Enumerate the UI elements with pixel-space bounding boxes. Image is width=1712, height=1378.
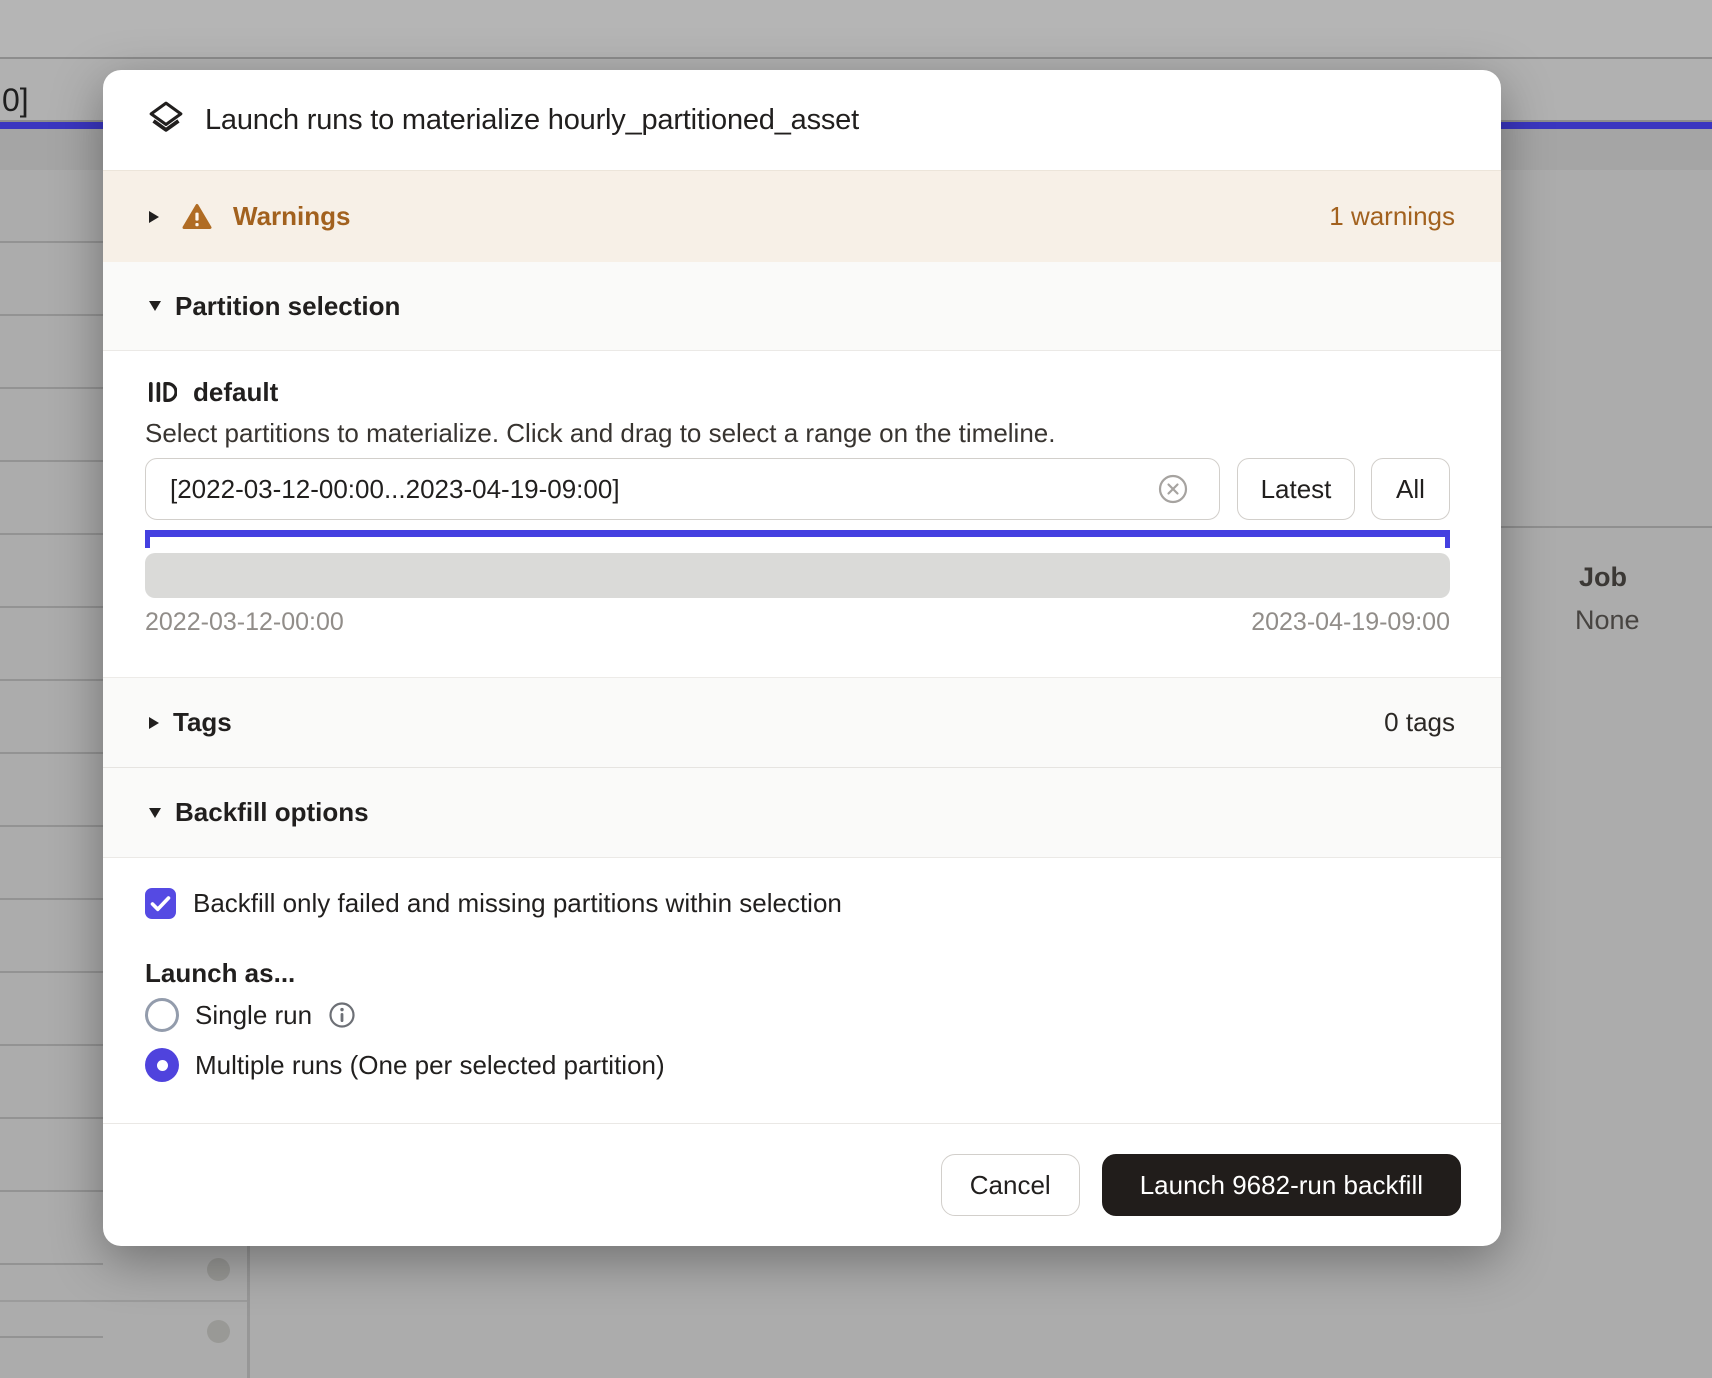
background-toolbar-band	[0, 0, 1712, 59]
timeline-selection-range[interactable]	[145, 530, 1450, 537]
radio-single-run[interactable]: Single run	[145, 998, 357, 1032]
background-table-border	[1501, 526, 1712, 528]
launch-backfill-button[interactable]: Launch 9682-run backfill	[1102, 1154, 1461, 1216]
tags-count: 0 tags	[1384, 707, 1455, 738]
background-row-divider	[0, 1300, 247, 1302]
checkbox-checked-icon[interactable]	[145, 888, 176, 919]
backfill-options-header: Backfill options	[175, 797, 369, 828]
radio-selected-icon[interactable]	[145, 1048, 179, 1082]
timeline-date-labels: 2022-03-12-00:00 2023-04-19-09:00	[145, 608, 1450, 637]
partition-set-name: default	[193, 377, 278, 408]
partition-range-input[interactable]	[145, 458, 1220, 520]
chevron-down-icon	[149, 301, 161, 311]
radio-label: Single run	[195, 1000, 312, 1031]
tags-section-toggle[interactable]: Tags 0 tags	[103, 677, 1501, 767]
dialog-header: Launch runs to materialize hourly_partit…	[103, 70, 1501, 170]
partition-instructions: Select partitions to materialize. Click …	[145, 418, 1055, 449]
chevron-right-icon	[149, 717, 159, 729]
latest-button[interactable]: Latest	[1237, 458, 1355, 520]
cancel-button[interactable]: Cancel	[941, 1154, 1080, 1216]
dialog-footer: Cancel Launch 9682-run backfill	[103, 1124, 1501, 1246]
backfill-only-failed-checkbox-row[interactable]: Backfill only failed and missing partiti…	[145, 888, 842, 919]
dialog-title: Launch runs to materialize hourly_partit…	[205, 104, 859, 137]
background-job-column-value: None	[1575, 605, 1640, 636]
timeline-start-label: 2022-03-12-00:00	[145, 608, 344, 637]
radio-multiple-runs[interactable]: Multiple runs (One per selected partitio…	[145, 1048, 665, 1082]
radio-label: Multiple runs (One per selected partitio…	[195, 1050, 665, 1081]
warnings-section-toggle[interactable]: Warnings 1 warnings	[103, 170, 1501, 262]
all-button[interactable]: All	[1371, 458, 1450, 520]
warnings-label: Warnings	[233, 201, 350, 232]
partition-dimension-row: default	[145, 370, 278, 414]
background-status-dot	[207, 1258, 230, 1281]
partition-selection-toggle[interactable]: Partition selection	[103, 262, 1501, 351]
screen: 0] Job None Launch runs to materialize h…	[0, 0, 1712, 1378]
tags-header: Tags	[173, 707, 232, 738]
chevron-down-icon	[149, 808, 161, 818]
background-clipped-input-text: 0]	[2, 82, 29, 119]
launch-as-label: Launch as...	[145, 958, 295, 989]
timeline-selection-start-tick	[145, 530, 150, 548]
warnings-count: 1 warnings	[1329, 201, 1455, 232]
launch-backfill-dialog: Launch runs to materialize hourly_partit…	[103, 70, 1501, 1246]
timeline-end-label: 2023-04-19-09:00	[1251, 608, 1450, 637]
timeline-partition-bar[interactable]	[145, 553, 1450, 598]
background-table-row-lines	[0, 170, 103, 1378]
chevron-right-icon	[149, 211, 159, 223]
clear-circle-x-icon[interactable]	[1155, 471, 1191, 507]
asset-layers-icon	[147, 99, 185, 142]
timeline-selection-end-tick	[1445, 530, 1450, 548]
partition-columns-icon	[145, 376, 177, 408]
checkbox-label: Backfill only failed and missing partiti…	[193, 888, 842, 919]
partition-selection-header: Partition selection	[175, 291, 400, 322]
background-status-dot	[207, 1320, 230, 1343]
warning-triangle-icon	[181, 201, 213, 233]
background-job-column-header: Job	[1579, 562, 1627, 593]
background-column-divider	[247, 1246, 250, 1378]
radio-unselected-icon[interactable]	[145, 998, 179, 1032]
info-circle-icon[interactable]	[327, 1000, 357, 1030]
backfill-options-toggle[interactable]: Backfill options	[103, 767, 1501, 858]
